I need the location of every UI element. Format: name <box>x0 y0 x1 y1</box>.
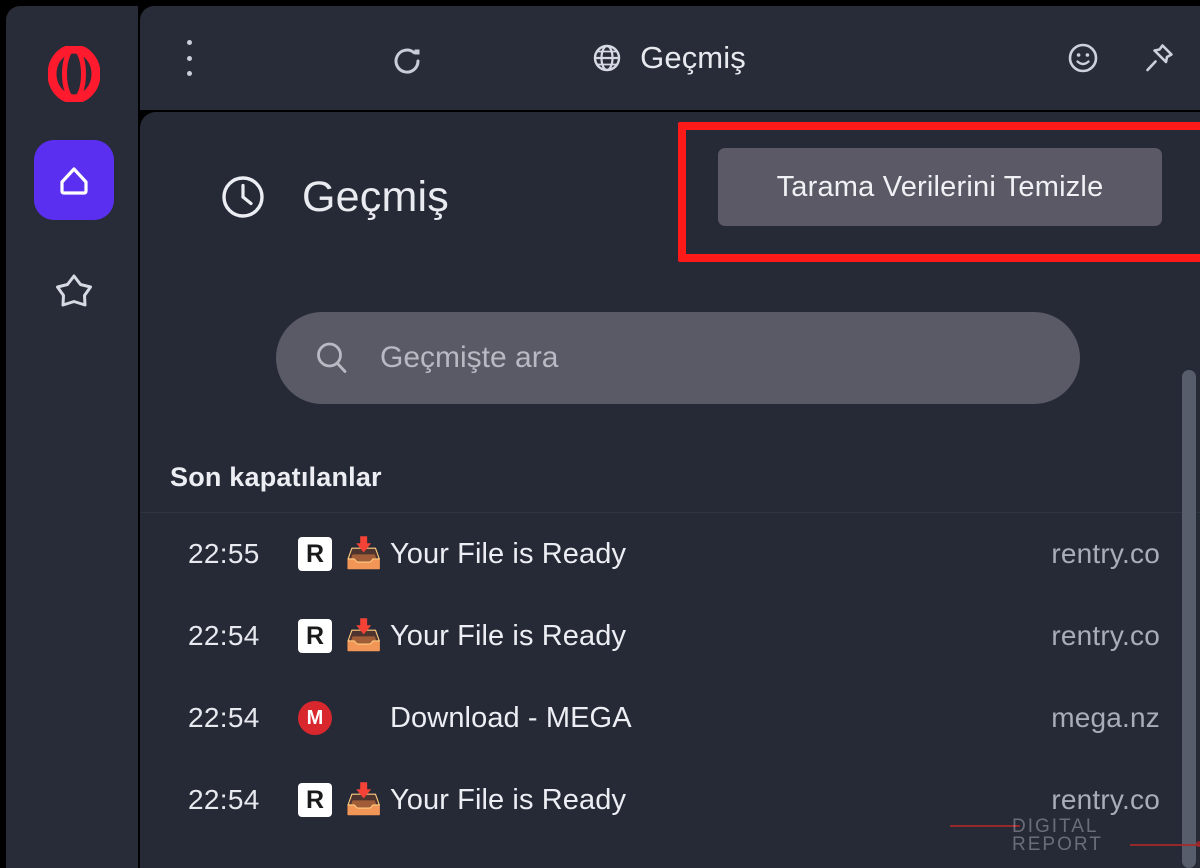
inbox-tray-icon: 📥 <box>345 783 383 816</box>
three-dots-vertical-icon[interactable] <box>182 40 196 76</box>
smiley-face-icon[interactable] <box>1064 39 1102 77</box>
sidebar-item-home[interactable] <box>34 140 114 220</box>
row-title: Download - MEGA <box>390 701 632 734</box>
browser-window: Geçmiş Geçmiş Tarama Verilerini Temizle … <box>0 0 1200 868</box>
search-icon <box>312 338 352 378</box>
mega-favicon: M <box>292 701 338 735</box>
tab-title: Geçmiş <box>640 40 746 75</box>
browser-tab-bar: Geçmiş <box>140 6 1200 110</box>
rentry-favicon: R <box>292 783 338 817</box>
page-title: Geçmiş <box>302 172 449 221</box>
inbox-tray-icon: 📥 <box>345 537 383 570</box>
table-row[interactable]: 22:54 M Download - MEGA mega.nz <box>140 677 1200 759</box>
history-list: 22:55 R 📥 Your File is Ready rentry.co 2… <box>140 512 1200 841</box>
inbox-tray-icon: 📥 <box>345 619 383 652</box>
table-row[interactable]: 22:54 R 📥 Your File is Ready rentry.co <box>140 595 1200 677</box>
tab-bar-actions <box>1064 6 1200 110</box>
globe-icon <box>590 41 624 75</box>
favicon-letter: M <box>298 701 332 735</box>
sidebar-item-favorites[interactable] <box>34 250 114 330</box>
row-time: 22:54 <box>188 784 260 815</box>
row-title: Your File is Ready <box>390 619 627 652</box>
row-time: 22:55 <box>188 538 260 569</box>
opera-logo[interactable] <box>48 46 100 102</box>
rentry-favicon: R <box>292 537 338 571</box>
section-title-recently-closed: Son kapatılanlar <box>170 462 382 492</box>
favicon-letter: R <box>298 619 332 653</box>
pin-icon[interactable] <box>1140 39 1178 77</box>
row-domain: rentry.co <box>1051 784 1160 815</box>
row-title: Your File is Ready <box>390 783 627 816</box>
clear-browsing-data-button[interactable]: Tarama Verilerini Temizle <box>718 148 1162 226</box>
left-sidebar <box>6 6 138 868</box>
favicon-letter: R <box>298 783 332 817</box>
row-time: 22:54 <box>188 620 260 651</box>
search-input[interactable] <box>378 340 1044 376</box>
row-domain: rentry.co <box>1051 538 1160 569</box>
vertical-scrollbar[interactable] <box>1182 370 1196 868</box>
row-domain: rentry.co <box>1051 620 1160 651</box>
history-search-bar[interactable] <box>276 312 1080 404</box>
star-icon <box>51 267 97 313</box>
home-icon <box>52 158 96 202</box>
row-domain: mega.nz <box>1051 702 1160 733</box>
table-row[interactable]: 22:55 R 📥 Your File is Ready rentry.co <box>140 513 1200 595</box>
row-title: Your File is Ready <box>390 537 627 570</box>
page-title-group: Geçmiş <box>218 172 449 222</box>
rentry-favicon: R <box>292 619 338 653</box>
reload-icon[interactable] <box>390 44 424 78</box>
active-tab[interactable]: Geçmiş <box>140 6 1200 110</box>
favicon-letter: R <box>298 537 332 571</box>
row-time: 22:54 <box>188 702 260 733</box>
history-page-header: Geçmiş Tarama Verilerini Temizle <box>140 112 1200 282</box>
table-row[interactable]: 22:54 R 📥 Your File is Ready rentry.co <box>140 759 1200 841</box>
history-page: Geçmiş Tarama Verilerini Temizle Son kap… <box>140 112 1200 868</box>
clock-icon <box>218 172 268 222</box>
